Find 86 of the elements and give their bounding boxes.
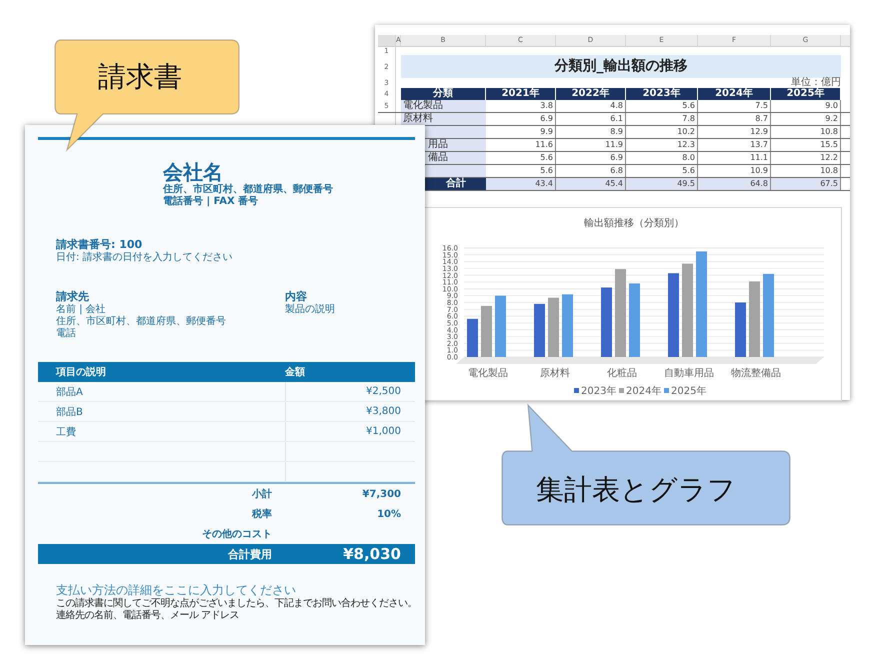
table-cell: 7.5 [698, 100, 771, 112]
category-label: 化粧品 [607, 368, 637, 379]
unit-label: 単位：億円 [791, 78, 841, 88]
table-cell: 6.1 [556, 113, 626, 125]
category-label: 原材料 [540, 368, 570, 379]
table-cell: 6.8 [556, 165, 626, 177]
contact-note: この請求書に関してご不明な点がございましたら、下記までお問い合わせください。 [56, 598, 415, 610]
table-header-cell: 2023年 [626, 88, 698, 100]
table-cell: 9.0 [771, 100, 841, 112]
bill-to-line: 住所、市区町村、都道府県、郵便番号 [56, 316, 227, 328]
invoice-number: 請求書番号: 100 [56, 238, 144, 252]
bill-to-line: 電話 [56, 328, 77, 340]
table-cell: 45.4 [556, 178, 626, 190]
table-cell: 6.9 [556, 152, 626, 164]
content-text: 製品の説明 [285, 304, 335, 316]
table-cell: 7.8 [626, 113, 698, 125]
table-cell: 3.8 [486, 100, 556, 112]
table-cell: 13.7 [698, 139, 771, 151]
table-cell: ¥2,500 [366, 386, 401, 397]
table-cell: 部品B [56, 406, 83, 418]
invoice-date: 日付: 請求書の日付を入力してください [56, 252, 234, 264]
table-cell: 12.9 [698, 126, 771, 138]
content-heading: 内容 [285, 290, 308, 304]
table-cell: 11.1 [698, 152, 771, 164]
sheet-title: 分類別_輸出額の推移 [401, 55, 841, 78]
legend-label: 2024年 [626, 386, 662, 397]
total-value: ¥8,030 [342, 545, 402, 563]
summary-label: 税率 [250, 507, 272, 521]
legend-label: 2025年 [671, 386, 706, 397]
category-label: 自動車用品 [664, 368, 714, 379]
table-cell: 10.8 [771, 126, 841, 138]
category-cell: 電化製品 [401, 100, 486, 112]
table-cell: 15.5 [771, 139, 841, 151]
table-cell: 5.6 [626, 165, 698, 177]
category-cell: 原材料 [401, 113, 486, 125]
table-cell: 5.6 [626, 100, 698, 112]
table-cell: 6.9 [486, 113, 556, 125]
company-name: 会社名 [163, 160, 223, 184]
table-header-cell: 分類 [401, 88, 486, 100]
summary-label: 小計 [250, 488, 272, 501]
total-label: 合計費用 [226, 546, 272, 562]
table-header-cell: 2022年 [556, 88, 626, 100]
callout-text: 請求書 [98, 59, 182, 95]
select-all-corner[interactable] [378, 35, 396, 46]
category-label: 物流整備品 [731, 368, 781, 379]
bill-to-heading: 請求先 [56, 290, 90, 304]
table-cell: 11.6 [486, 139, 556, 151]
table-cell: 10.8 [771, 165, 841, 177]
contact-note: 連絡先の名前、電話番号、メール アドレス [56, 610, 240, 622]
chart-title: 輸出額推移（分類別） [584, 218, 684, 229]
table-cell: 9.2 [771, 113, 841, 125]
table-cell: 10.2 [626, 126, 698, 138]
payment-instructions: 支払い方法の詳細をここに入力してください [56, 582, 297, 598]
table-cell: 5.6 [486, 165, 556, 177]
table-cell: ¥3,800 [366, 406, 401, 417]
table-cell: 工費 [56, 426, 76, 438]
table-header-cell: 2021年 [486, 88, 556, 100]
table-cell: ¥1,000 [366, 426, 401, 437]
table-header-cell: 2024年 [698, 88, 771, 100]
table-cell: 64.8 [698, 178, 771, 190]
table-cell: 12.3 [626, 139, 698, 151]
table-cell: 10.9 [698, 165, 771, 177]
summary-value: ¥7,300 [362, 488, 401, 500]
company-address: 住所、市区町村、都道府県、郵便番号 [163, 184, 334, 196]
bill-to-line: 名前 | 会社 [56, 304, 107, 316]
summary-value: 10% [377, 508, 401, 520]
table-cell: 8.7 [698, 113, 771, 125]
table-cell: 11.9 [556, 139, 626, 151]
table-cell: 43.4 [486, 178, 556, 190]
summary-label: その他のコスト [201, 528, 272, 541]
table-cell: 8.0 [626, 152, 698, 164]
table-cell: 67.5 [771, 178, 841, 190]
table-header-cell: 2025年 [771, 88, 841, 100]
table-cell: 9.9 [486, 126, 556, 138]
category-label: 電化製品 [468, 368, 508, 379]
table-cell: 4.8 [556, 100, 626, 112]
table-cell: 49.5 [626, 178, 698, 190]
callout-text: 集計表とグラフ [536, 472, 736, 508]
table-cell: 部品A [56, 386, 83, 398]
legend-label: 2023年 [581, 386, 616, 397]
column-heading: 項目の説明 [54, 366, 107, 379]
company-phone: 電話番号 | FAX 番号 [163, 196, 260, 208]
table-cell: 12.2 [771, 152, 841, 164]
table-cell: 8.9 [556, 126, 626, 138]
column-heading: 金額 [285, 366, 306, 379]
table-cell: 5.6 [486, 152, 556, 164]
